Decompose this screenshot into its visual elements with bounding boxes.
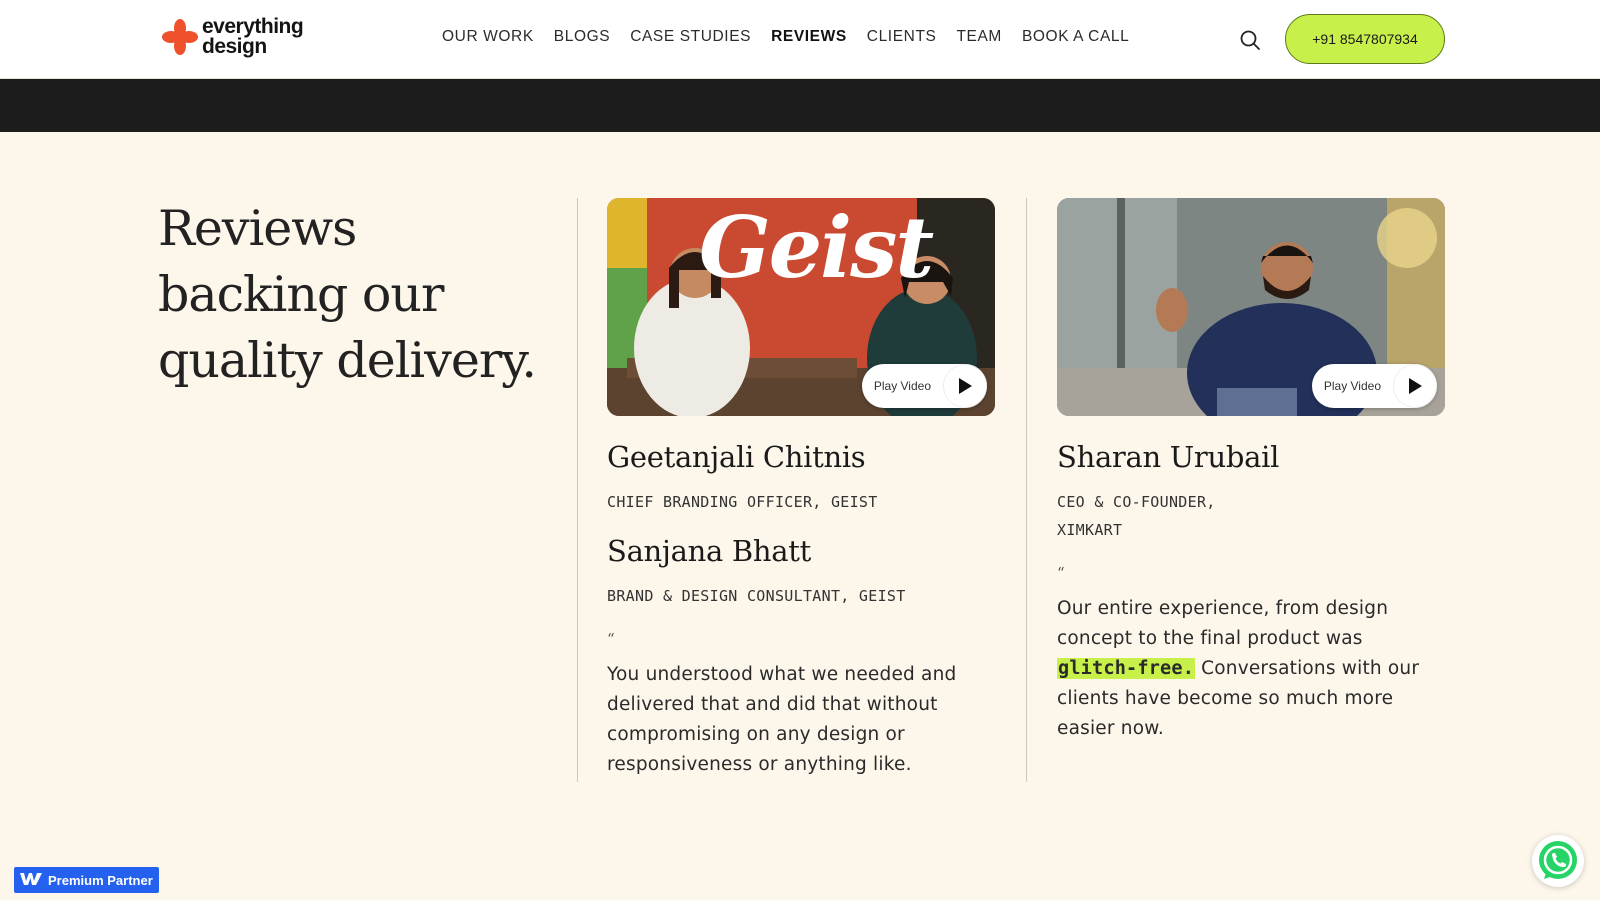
review-video[interactable]: Geist Play Video bbox=[607, 198, 995, 416]
review-quote: You understood what we needed and delive… bbox=[607, 664, 957, 775]
quote-mark: “ bbox=[607, 630, 615, 648]
nav-reviews[interactable]: REVIEWS bbox=[771, 28, 847, 46]
section-title-line-3: quality delivery. bbox=[158, 332, 537, 389]
nav-book-a-call[interactable]: BOOK A CALL bbox=[1022, 28, 1129, 46]
section-title-line-1: Reviews bbox=[158, 200, 357, 257]
play-video-label: Play Video bbox=[873, 379, 931, 393]
review-card: Play Video Sharan Urubail CEO & CO-FOUND… bbox=[1057, 198, 1445, 744]
site-header: everything design OUR WORK BLOGS CASE ST… bbox=[0, 0, 1600, 79]
geist-wall-lettering: Geist bbox=[699, 198, 934, 297]
reviewer-role: BRAND & DESIGN CONSULTANT, GEIST bbox=[607, 587, 906, 605]
review-quote-start: Our entire experience, from design conce… bbox=[1057, 598, 1389, 649]
logo-line-2: design bbox=[202, 35, 267, 58]
brand-logo[interactable]: everything design bbox=[162, 15, 304, 58]
review-quote-highlight: glitch-free. bbox=[1057, 658, 1196, 679]
play-video-label: Play Video bbox=[1323, 379, 1381, 393]
column-divider bbox=[577, 198, 578, 782]
section-title: Reviews backing our quality delivery. bbox=[158, 196, 558, 394]
nav-our-work[interactable]: OUR WORK bbox=[442, 28, 534, 46]
hero-bottom-band bbox=[0, 79, 1600, 132]
reviewer-name: Sanjana Bhatt bbox=[607, 534, 811, 568]
reviewer-role-line-2: XIMKART bbox=[1057, 521, 1123, 539]
premium-partner-label: Premium Partner bbox=[48, 872, 153, 888]
play-icon bbox=[1393, 364, 1437, 408]
phone-call-button[interactable]: +91 8547807934 bbox=[1285, 14, 1445, 64]
nav-case-studies[interactable]: CASE STUDIES bbox=[630, 28, 751, 46]
play-icon bbox=[943, 364, 987, 408]
review-card: Geist Play Video Geetanjali Chitnis CHIE… bbox=[607, 198, 995, 780]
nav-blogs[interactable]: BLOGS bbox=[554, 28, 610, 46]
section-title-line-2: backing our bbox=[158, 266, 444, 323]
reviewer-role: CEO & CO-FOUNDER, XIMKART bbox=[1057, 488, 1445, 544]
search-icon[interactable] bbox=[1238, 28, 1262, 52]
logo-line-1: everything bbox=[202, 15, 304, 38]
main-nav: OUR WORK BLOGS CASE STUDIES REVIEWS CLIE… bbox=[442, 28, 1129, 46]
logo-text: everything design bbox=[202, 15, 304, 58]
reviewer-name: Sharan Urubail bbox=[1057, 440, 1280, 474]
review-video[interactable]: Play Video bbox=[1057, 198, 1445, 416]
reviewer-role: CHIEF BRANDING OFFICER, GEIST bbox=[607, 493, 878, 511]
webflow-icon bbox=[20, 871, 42, 890]
play-video-button[interactable]: Play Video bbox=[861, 364, 987, 408]
quote-mark: “ bbox=[1057, 564, 1065, 582]
reviewer-name: Geetanjali Chitnis bbox=[607, 440, 866, 474]
reviewer-role-line-1: CEO & CO-FOUNDER, bbox=[1057, 493, 1216, 511]
nav-team[interactable]: TEAM bbox=[956, 28, 1001, 46]
logo-mark-icon bbox=[162, 19, 198, 55]
review-quote: Our entire experience, from design conce… bbox=[1057, 594, 1445, 744]
play-video-button[interactable]: Play Video bbox=[1311, 364, 1437, 408]
premium-partner-badge[interactable]: Premium Partner bbox=[14, 867, 159, 893]
column-divider bbox=[1026, 198, 1027, 782]
whatsapp-icon[interactable] bbox=[1532, 835, 1584, 887]
nav-clients[interactable]: CLIENTS bbox=[867, 28, 937, 46]
